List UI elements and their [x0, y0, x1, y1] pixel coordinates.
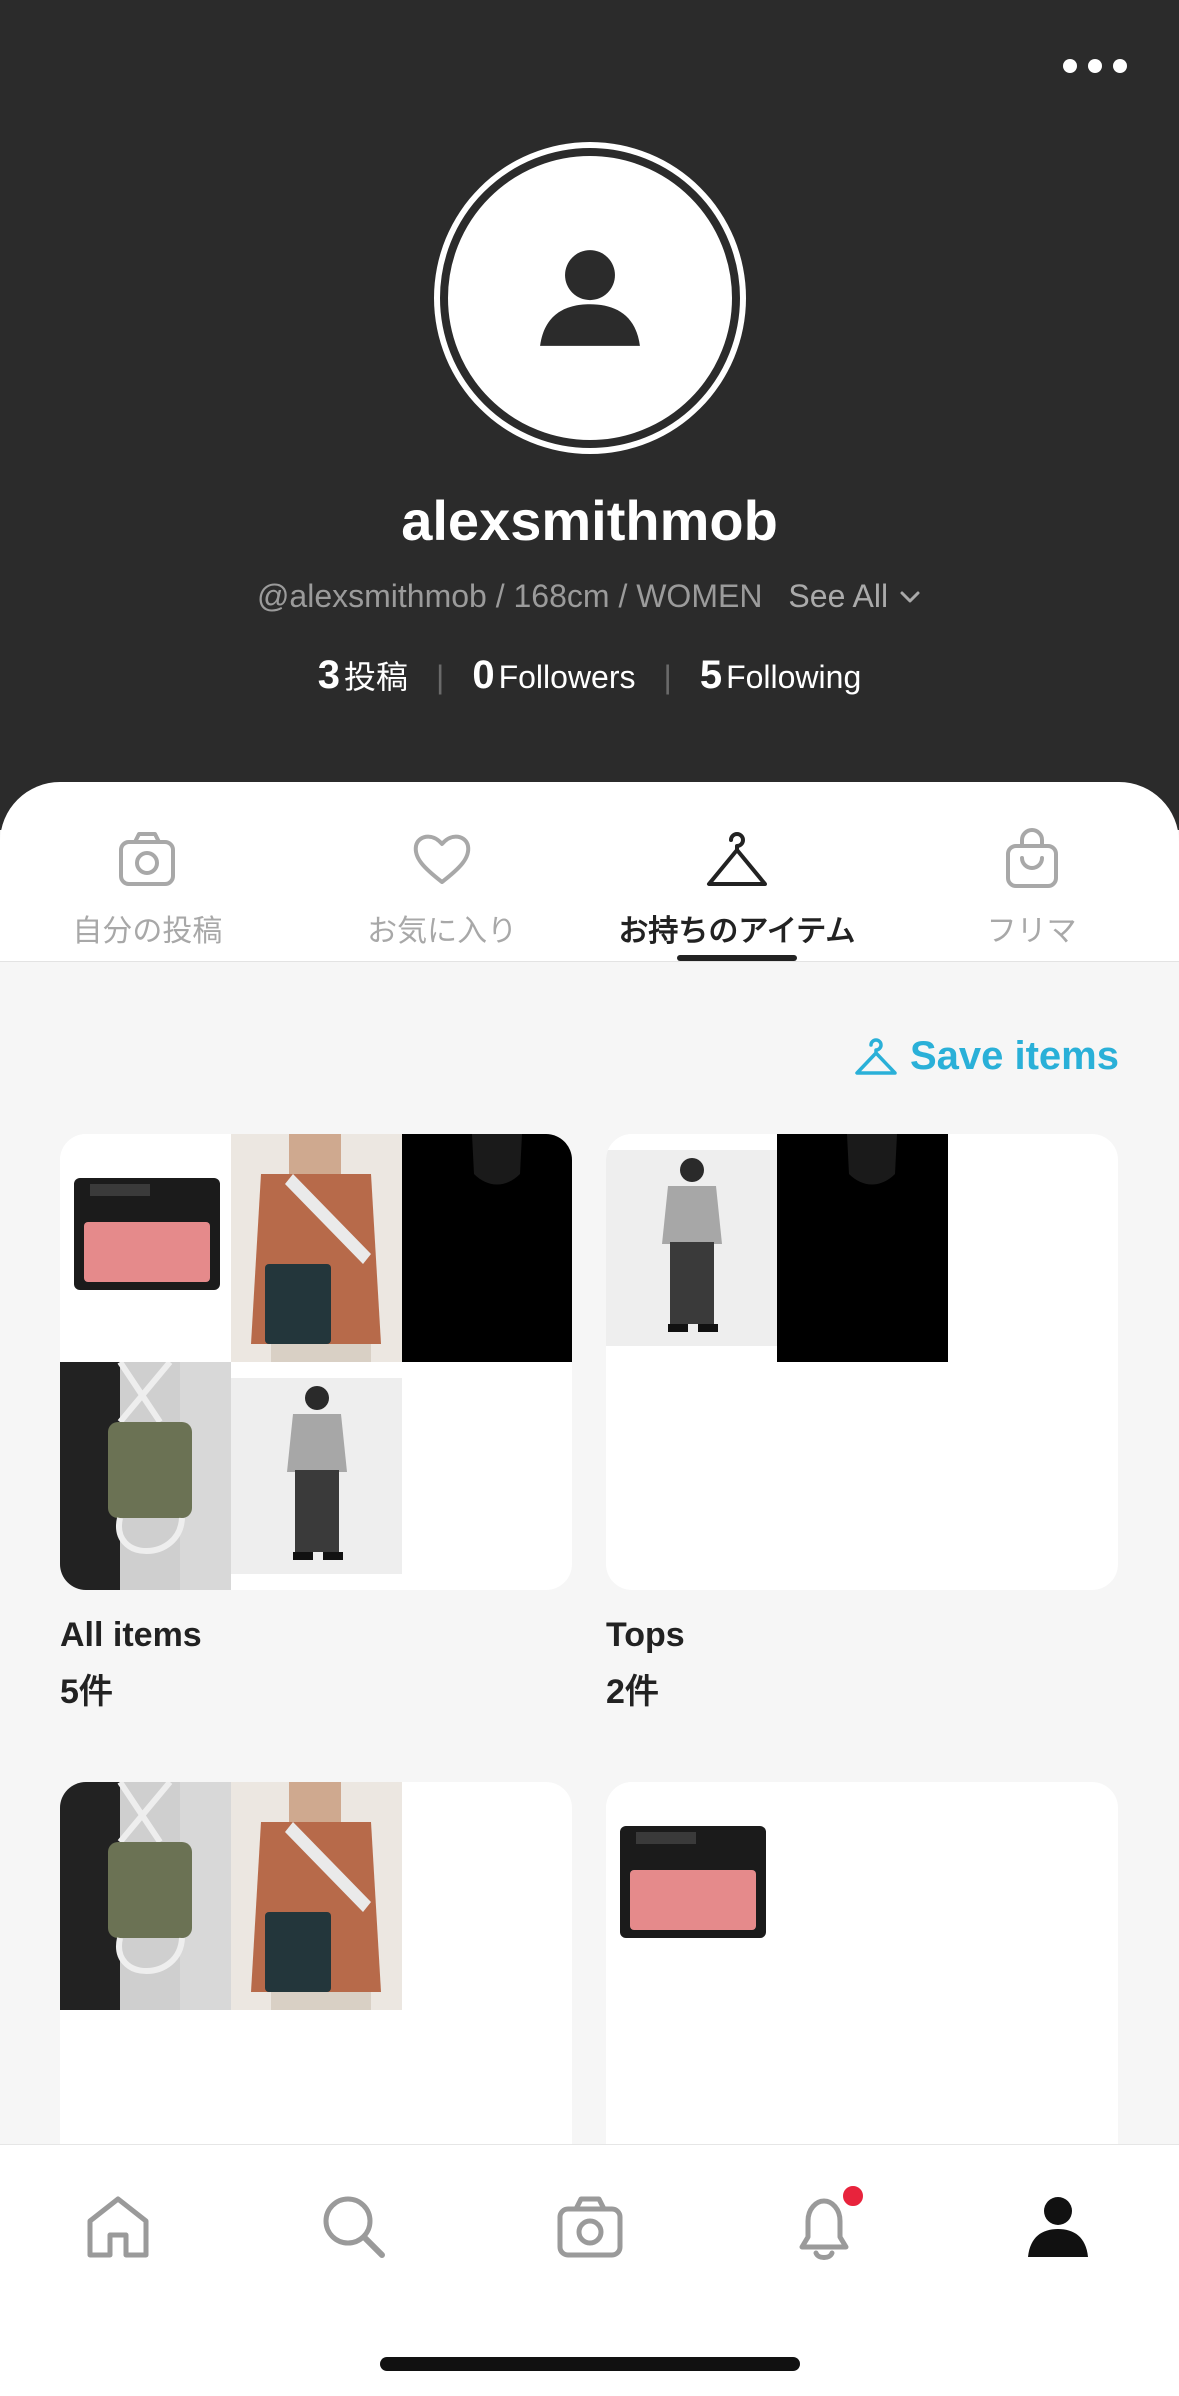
collection-title: Tops	[606, 1616, 685, 1654]
home-indicator	[380, 2357, 800, 2371]
see-all-button[interactable]: See All	[788, 578, 922, 615]
item-thumbnail-blush	[60, 1134, 231, 1362]
tab-label: 自分の投稿	[72, 915, 223, 948]
shopping-bag-icon	[1005, 828, 1058, 888]
item-thumbnail-black-top	[777, 1134, 948, 1362]
save-items-label: Save items	[909, 1034, 1119, 1078]
tab-flea-market[interactable]: フリマ	[884, 782, 1179, 961]
profile-meta: @alexsmithmob / 168cm / WOMEN See All	[0, 578, 1179, 615]
tab-label: お気に入り	[367, 915, 518, 948]
profile-tabs: 自分の投稿 お気に入り お持ちのアイテム フリマ	[0, 782, 1179, 962]
hanger-icon	[706, 832, 767, 886]
save-items-button[interactable]: Save items	[854, 1034, 1119, 1079]
more-options-icon[interactable]	[1063, 52, 1127, 80]
stat-following-count: 5	[699, 653, 723, 697]
home-icon	[87, 2196, 149, 2258]
see-all-label: See All	[788, 578, 889, 614]
person-icon	[540, 250, 640, 346]
item-thumbnail-blush	[606, 1782, 777, 2010]
item-thumbnail-vest	[231, 1782, 402, 2010]
avatar[interactable]	[440, 148, 740, 448]
profile-stats: 3 投稿 | 0 Followers | 5 Following	[0, 652, 1179, 698]
stat-divider: |	[663, 659, 672, 695]
hanger-icon	[855, 1037, 897, 1075]
stat-followers[interactable]: 0 Followers	[472, 653, 635, 698]
item-thumbnail-bag	[60, 1362, 231, 1590]
nav-search[interactable]	[318, 2191, 390, 2263]
nav-profile[interactable]	[1022, 2191, 1094, 2263]
profile-meta-text: @alexsmithmob / 168cm / WOMEN	[256, 578, 763, 614]
nav-post[interactable]	[554, 2191, 626, 2263]
stat-posts-count: 3	[317, 653, 340, 697]
item-thumbnail-shirt-man	[606, 1134, 777, 1362]
item-thumbnail-vest	[231, 1134, 402, 1362]
tab-my-items[interactable]: お持ちのアイテム	[590, 782, 885, 961]
stat-posts[interactable]: 3 投稿	[318, 652, 408, 698]
camera-icon	[557, 2196, 623, 2258]
tab-label: フリマ	[986, 915, 1077, 948]
camera-icon	[119, 832, 176, 886]
stat-following-label: Following	[726, 659, 862, 695]
tab-favorites[interactable]: お気に入り	[295, 782, 590, 961]
profile-icon	[1028, 2197, 1088, 2257]
nav-home[interactable]	[82, 2191, 154, 2263]
notification-badge	[840, 2183, 866, 2209]
collection-card-tops[interactable]	[606, 1134, 1118, 1590]
item-thumbnail-black-top	[402, 1134, 572, 1362]
stat-posts-label: 投稿	[344, 659, 409, 695]
collection-count: 5件	[60, 1673, 113, 1711]
tab-my-posts[interactable]: 自分の投稿	[0, 782, 295, 961]
stat-divider: |	[436, 659, 445, 695]
profile-username: alexsmithmob	[401, 489, 778, 552]
collection-card-all-items[interactable]	[60, 1134, 572, 1590]
heart-icon	[413, 834, 471, 884]
stat-followers-count: 0	[472, 653, 495, 697]
collection-count: 2件	[606, 1673, 659, 1711]
tab-label: お持ちのアイテム	[618, 915, 856, 948]
collection-title: All items	[60, 1616, 202, 1654]
profile-header: alexsmithmob @alexsmithmob / 168cm / WOM…	[0, 0, 1179, 830]
search-icon	[323, 2196, 385, 2258]
item-thumbnail-bag	[60, 1782, 231, 2010]
nav-notifications[interactable]	[788, 2183, 866, 2263]
item-thumbnail-shirt-man	[231, 1362, 402, 1590]
stat-following[interactable]: 5 Following	[700, 653, 861, 698]
chevron-down-icon	[900, 591, 920, 602]
bottom-nav	[0, 2144, 1179, 2396]
stat-followers-label: Followers	[498, 659, 636, 695]
